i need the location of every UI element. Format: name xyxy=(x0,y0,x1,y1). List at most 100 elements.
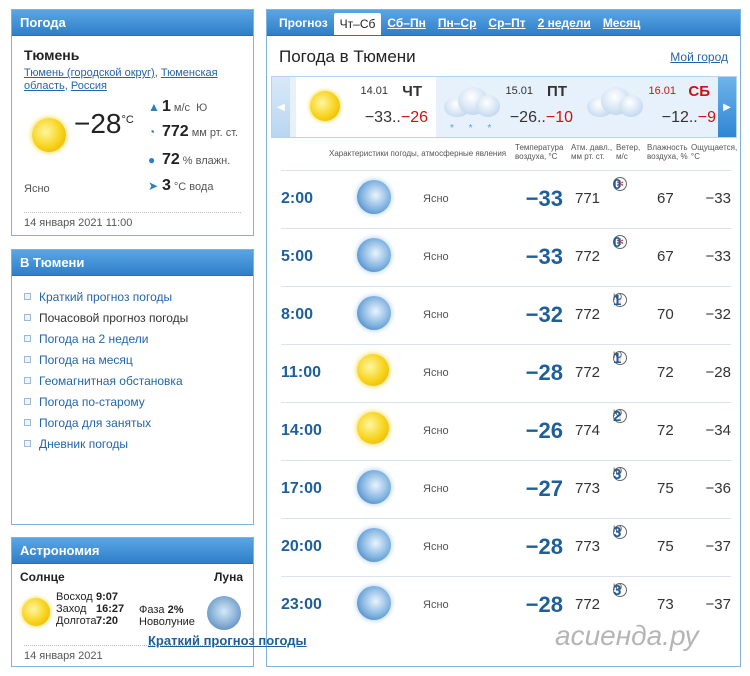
table-row: 2:00 Ясно −33 771 ✻ 0 67 −33 xyxy=(281,170,731,228)
moon-icon xyxy=(357,180,391,214)
row-temperature: −33 xyxy=(525,186,563,211)
crumb-district-link[interactable]: Тюмень (городской округ) xyxy=(24,67,155,79)
day-name: ЧТ xyxy=(402,83,422,100)
sun-icon xyxy=(310,91,340,121)
astronomy-header: Астрономия xyxy=(12,538,253,564)
city-links-panel: В Тюмени Краткий прогноз погоды Почасово… xyxy=(11,249,254,525)
row-time: 8:00 xyxy=(281,306,314,323)
row-condition: Ясно xyxy=(423,367,449,379)
crumb-country-link[interactable]: Россия xyxy=(71,80,107,92)
row-humidity: 75 xyxy=(657,538,674,555)
snowflakes-icon: * * * xyxy=(450,123,498,134)
row-time: 14:00 xyxy=(281,422,322,439)
row-pressure: 773 xyxy=(575,538,601,555)
tab-wed-fri[interactable]: Ср–Пт xyxy=(482,10,531,35)
row-humidity: 67 xyxy=(657,190,674,207)
row-temperature: −28 xyxy=(525,592,563,617)
row-temperature: −32 xyxy=(525,302,563,327)
row-condition: Ясно xyxy=(423,425,449,437)
location-breadcrumb: Тюмень (городской округ), Тюменская обла… xyxy=(24,67,218,92)
col-pressure: Атм. давл., мм рт. ст. xyxy=(571,143,613,161)
link-month[interactable]: Погода на месяц xyxy=(12,349,253,370)
humidity-stat: ● 72% влажн. xyxy=(148,151,231,168)
day-card[interactable]: 16.01 СБ −12..−9 xyxy=(581,77,724,137)
row-condition: Ясно xyxy=(423,541,449,553)
row-temperature: −33 xyxy=(525,244,563,269)
row-feels: −33 xyxy=(705,190,731,207)
gauge-icon: ◔ xyxy=(148,125,156,139)
pressure-stat: ◔ 772 мм рт. ст. xyxy=(148,123,239,140)
moon-icon xyxy=(357,238,391,272)
bullet-icon xyxy=(24,314,31,321)
row-pressure: 773 xyxy=(575,480,601,497)
sun-icon xyxy=(357,412,391,446)
col-temp: Температура воздуха, °C xyxy=(515,143,564,161)
bullet-icon xyxy=(24,398,31,405)
day-name: СБ xyxy=(688,83,710,100)
hourly-table: 2:00 Ясно −33 771 ✻ 0 67 −33 5:00 Ясно −3… xyxy=(281,170,731,634)
bullet-icon xyxy=(24,440,31,447)
table-row: 8:00 Ясно −32 772 ↑ Ю 1 70 −32 xyxy=(281,286,731,344)
row-temperature: −28 xyxy=(525,360,563,385)
row-condition: Ясно xyxy=(423,193,449,205)
moon-icon xyxy=(207,596,241,630)
current-condition: Ясно xyxy=(24,183,50,195)
tab-mon-wed[interactable]: Пн–Ср xyxy=(432,10,483,35)
moon-label: Луна xyxy=(213,570,243,584)
row-condition: Ясно xyxy=(423,309,449,321)
wind-stat: ▲ 1 м/с Ю xyxy=(148,98,208,115)
forecast-tabs: Прогноз Чт–Сб Сб–Пн Пн–Ср Ср–Пт 2 недели… xyxy=(267,10,740,36)
table-row: 14:00 Ясно −26 774 ↑ Ю 2 72 −34 xyxy=(281,402,731,460)
my-city-link[interactable]: Мой город xyxy=(670,50,728,64)
col-characteristics: Характеристики погоды, атмосферные явлен… xyxy=(329,149,507,158)
tab-forecast-title: Прогноз xyxy=(279,15,328,30)
row-feels: −32 xyxy=(705,306,731,323)
sun-label: Солнце xyxy=(20,570,65,584)
page-title: Погода в Тюмени xyxy=(279,47,416,66)
link-old-style[interactable]: Погода по-старому xyxy=(12,391,253,412)
snow-cloud-icon xyxy=(444,87,500,117)
row-humidity: 75 xyxy=(657,480,674,497)
row-time: 20:00 xyxy=(281,538,322,555)
bullet-icon xyxy=(24,419,31,426)
day-date: 14.01 xyxy=(360,85,388,97)
sun-icon xyxy=(22,598,50,626)
row-humidity: 72 xyxy=(657,422,674,439)
short-forecast-link[interactable]: Краткий прогноз погоды xyxy=(148,633,307,648)
link-geomagnetic[interactable]: Геомагнитная обстановка xyxy=(12,370,253,391)
day-card[interactable]: 14.01 ЧТ −33..−26 xyxy=(296,77,436,137)
day-range: −33..−26 xyxy=(364,109,428,126)
link-short-forecast[interactable]: Краткий прогноз погоды xyxy=(12,286,253,307)
current-weather-header: Погода xyxy=(12,10,253,36)
next-day-arrow[interactable]: ▶ xyxy=(718,77,736,137)
tab-month[interactable]: Месяц xyxy=(597,10,647,35)
forecast-panel: Прогноз Чт–Сб Сб–Пн Пн–Ср Ср–Пт 2 недели… xyxy=(266,9,741,667)
row-temperature: −26 xyxy=(525,418,563,443)
row-condition: Ясно xyxy=(423,599,449,611)
row-feels: −37 xyxy=(705,596,731,613)
table-row: 20:00 Ясно −28 773 ↑ Ю 3 75 −37 xyxy=(281,518,731,576)
tab-thu-sat[interactable]: Чт–Сб xyxy=(333,13,382,35)
row-condition: Ясно xyxy=(423,483,449,495)
bullet-icon xyxy=(24,356,31,363)
day-card[interactable]: * * * 15.01 ПТ −26..−10 xyxy=(438,77,581,137)
row-feels: −34 xyxy=(705,422,731,439)
link-diary[interactable]: Дневник погоды xyxy=(12,433,253,454)
prev-day-arrow[interactable]: ◀ xyxy=(272,77,290,137)
day-range: −26..−10 xyxy=(509,109,573,126)
moon-icon xyxy=(357,586,391,620)
day-range: −12..−9 xyxy=(661,109,716,126)
link-two-weeks[interactable]: Погода на 2 недели xyxy=(12,328,253,349)
tab-two-weeks[interactable]: 2 недели xyxy=(532,10,597,35)
moon-icon xyxy=(357,470,391,504)
row-feels: −36 xyxy=(705,480,731,497)
row-time: 5:00 xyxy=(281,248,314,265)
cloud-icon xyxy=(587,87,643,117)
tab-sat-mon[interactable]: Сб–Пн xyxy=(381,10,431,35)
link-hourly-forecast[interactable]: Почасовой прогноз погоды xyxy=(12,307,253,328)
link-for-busy[interactable]: Погода для занятых xyxy=(12,412,253,433)
table-row: 17:00 Ясно −27 773 ↑ Ю 3 75 −36 xyxy=(281,460,731,518)
sun-icon xyxy=(357,354,391,388)
moon-phase: Фаза 2% Новолуние xyxy=(139,604,195,628)
row-pressure: 772 xyxy=(575,306,601,323)
